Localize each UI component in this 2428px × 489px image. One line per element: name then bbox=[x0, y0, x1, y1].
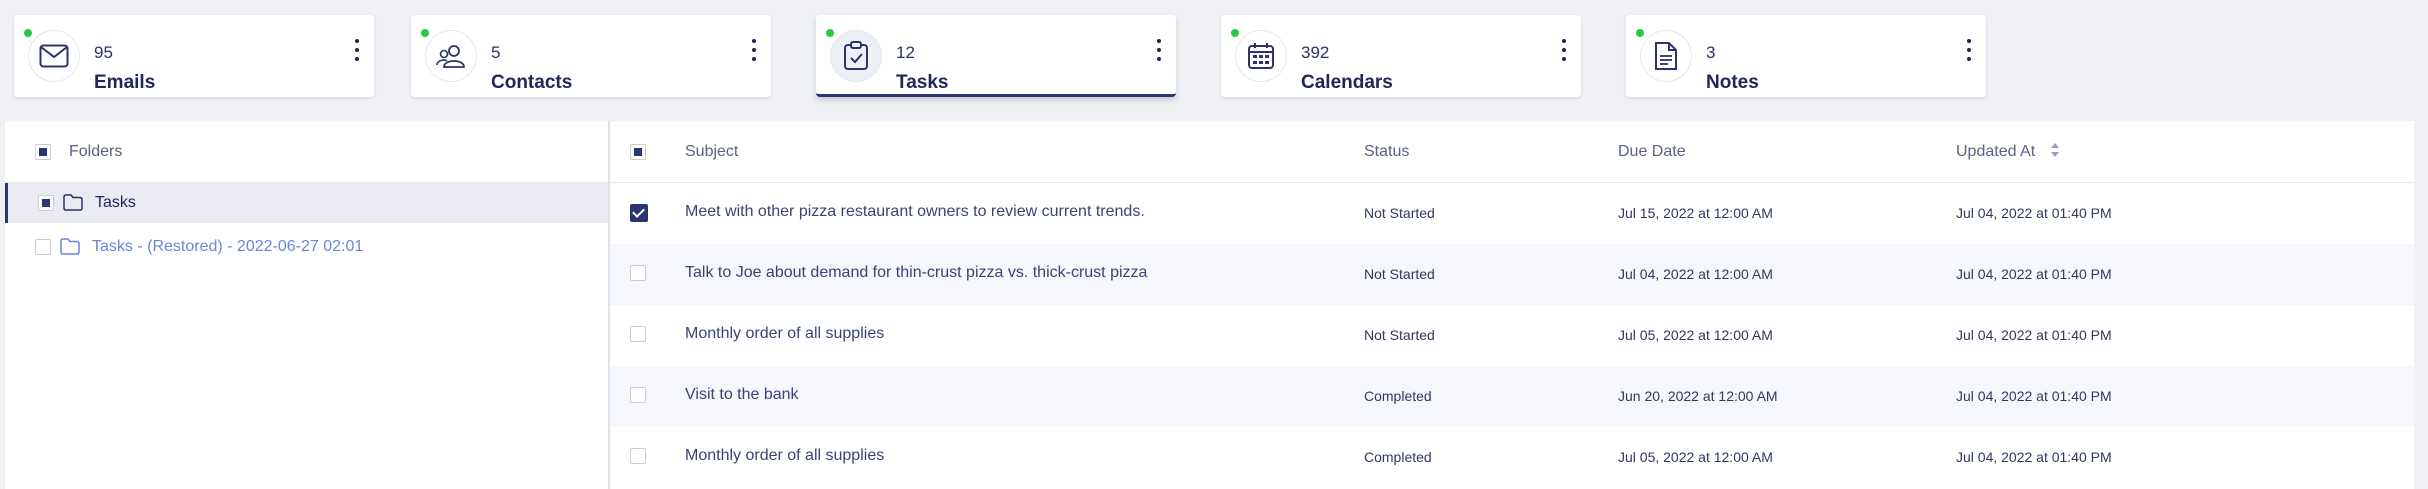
card-tasks[interactable]: 12 Tasks bbox=[816, 15, 1176, 97]
online-status-dot bbox=[1230, 28, 1240, 38]
table-row[interactable]: Visit to the bank Completed Jun 20, 2022… bbox=[610, 366, 2414, 427]
table-row[interactable]: Monthly order of all supplies Not Starte… bbox=[610, 305, 2414, 366]
more-options-icon[interactable] bbox=[350, 39, 364, 61]
card-contacts[interactable]: 5 Contacts bbox=[411, 15, 771, 97]
folders-header: Folders bbox=[5, 121, 608, 183]
online-status-dot bbox=[420, 28, 430, 38]
card-label: Contacts bbox=[491, 72, 573, 93]
card-count: 392 bbox=[1301, 43, 1330, 62]
folder-item-tasks-restored[interactable]: Tasks - (Restored) - 2022-06-27 02:01 bbox=[5, 227, 608, 267]
task-due-date: Jul 15, 2022 at 12:00 AM bbox=[1618, 205, 1773, 221]
folders-panel: Folders Tasks Tasks - (Restored) - 2022-… bbox=[5, 121, 608, 489]
sort-icon[interactable] bbox=[2050, 142, 2060, 163]
card-count: 12 bbox=[896, 43, 915, 62]
folder-checkbox[interactable] bbox=[35, 239, 51, 255]
column-header-due-date[interactable]: Due Date bbox=[1618, 143, 1686, 161]
table-row[interactable]: Monthly order of all supplies Completed … bbox=[610, 427, 2414, 488]
more-options-icon[interactable] bbox=[747, 39, 761, 61]
more-options-icon[interactable] bbox=[1962, 39, 1976, 61]
folder-icon bbox=[63, 194, 83, 216]
card-label: Calendars bbox=[1301, 72, 1393, 93]
task-due-date: Jun 20, 2022 at 12:00 AM bbox=[1618, 388, 1778, 404]
card-label: Emails bbox=[94, 72, 156, 93]
contacts-icon bbox=[425, 30, 477, 82]
task-status: Completed bbox=[1364, 388, 1432, 404]
card-label: Tasks bbox=[896, 72, 949, 93]
row-checkbox[interactable] bbox=[630, 265, 646, 281]
row-checkbox[interactable] bbox=[630, 448, 646, 464]
row-checkbox[interactable] bbox=[630, 326, 646, 342]
card-count: 95 bbox=[94, 43, 113, 62]
clipboard-check-icon bbox=[830, 30, 882, 82]
online-status-dot bbox=[825, 28, 835, 38]
card-count: 5 bbox=[491, 43, 501, 62]
folder-label: Tasks bbox=[95, 194, 136, 211]
task-due-date: Jul 04, 2022 at 12:00 AM bbox=[1618, 266, 1773, 282]
online-status-dot bbox=[23, 28, 33, 38]
folders-header-label: Folders bbox=[69, 143, 123, 160]
task-updated-at: Jul 04, 2022 at 01:40 PM bbox=[1956, 388, 2112, 404]
task-updated-at: Jul 04, 2022 at 01:40 PM bbox=[1956, 205, 2112, 221]
column-header-status[interactable]: Status bbox=[1364, 143, 1409, 161]
table-row[interactable]: Meet with other pizza restaurant owners … bbox=[610, 183, 2414, 244]
folder-item-tasks[interactable]: Tasks bbox=[5, 183, 608, 223]
tasks-table: Subject Status Due Date Updated At Meet … bbox=[608, 121, 2414, 489]
task-due-date: Jul 05, 2022 at 12:00 AM bbox=[1618, 327, 1773, 343]
task-subject: Visit to the bank bbox=[685, 386, 799, 403]
category-cards: 95 Emails 5 Contacts 12 Tasks 392 Calend… bbox=[0, 0, 2428, 118]
card-emails[interactable]: 95 Emails bbox=[14, 15, 374, 97]
mail-icon bbox=[28, 30, 80, 82]
calendar-icon bbox=[1235, 30, 1287, 82]
task-updated-at: Jul 04, 2022 at 01:40 PM bbox=[1956, 449, 2112, 465]
task-subject: Monthly order of all supplies bbox=[685, 325, 885, 342]
task-status: Not Started bbox=[1364, 266, 1435, 282]
task-subject: Monthly order of all supplies bbox=[685, 447, 885, 464]
table-row[interactable]: Talk to Joe about demand for thin-crust … bbox=[610, 244, 2414, 305]
more-options-icon[interactable] bbox=[1152, 39, 1166, 61]
column-header-subject[interactable]: Subject bbox=[685, 143, 738, 161]
folder-checkbox[interactable] bbox=[38, 195, 54, 211]
task-status: Not Started bbox=[1364, 327, 1435, 343]
task-subject: Talk to Joe about demand for thin-crust … bbox=[685, 264, 1148, 281]
table-header: Subject Status Due Date Updated At bbox=[610, 121, 2414, 183]
task-subject: Meet with other pizza restaurant owners … bbox=[685, 203, 1145, 220]
task-due-date: Jul 05, 2022 at 12:00 AM bbox=[1618, 449, 1773, 465]
row-checkbox[interactable] bbox=[630, 204, 648, 222]
column-header-updated-at[interactable]: Updated At bbox=[1956, 143, 2035, 161]
card-label: Notes bbox=[1706, 72, 1759, 93]
task-status: Not Started bbox=[1364, 205, 1435, 221]
select-all-folders-checkbox[interactable] bbox=[35, 144, 51, 160]
card-notes[interactable]: 3 Notes bbox=[1626, 15, 1986, 97]
more-options-icon[interactable] bbox=[1557, 39, 1571, 61]
task-status: Completed bbox=[1364, 449, 1432, 465]
card-calendars[interactable]: 392 Calendars bbox=[1221, 15, 1581, 97]
row-checkbox[interactable] bbox=[630, 387, 646, 403]
task-updated-at: Jul 04, 2022 at 01:40 PM bbox=[1956, 266, 2112, 282]
select-all-rows-checkbox[interactable] bbox=[630, 144, 646, 160]
document-icon bbox=[1640, 30, 1692, 82]
task-updated-at: Jul 04, 2022 at 01:40 PM bbox=[1956, 327, 2112, 343]
folder-label: Tasks - (Restored) - 2022-06-27 02:01 bbox=[92, 238, 364, 255]
folder-icon bbox=[60, 238, 80, 260]
online-status-dot bbox=[1635, 28, 1645, 38]
card-count: 3 bbox=[1706, 43, 1716, 62]
